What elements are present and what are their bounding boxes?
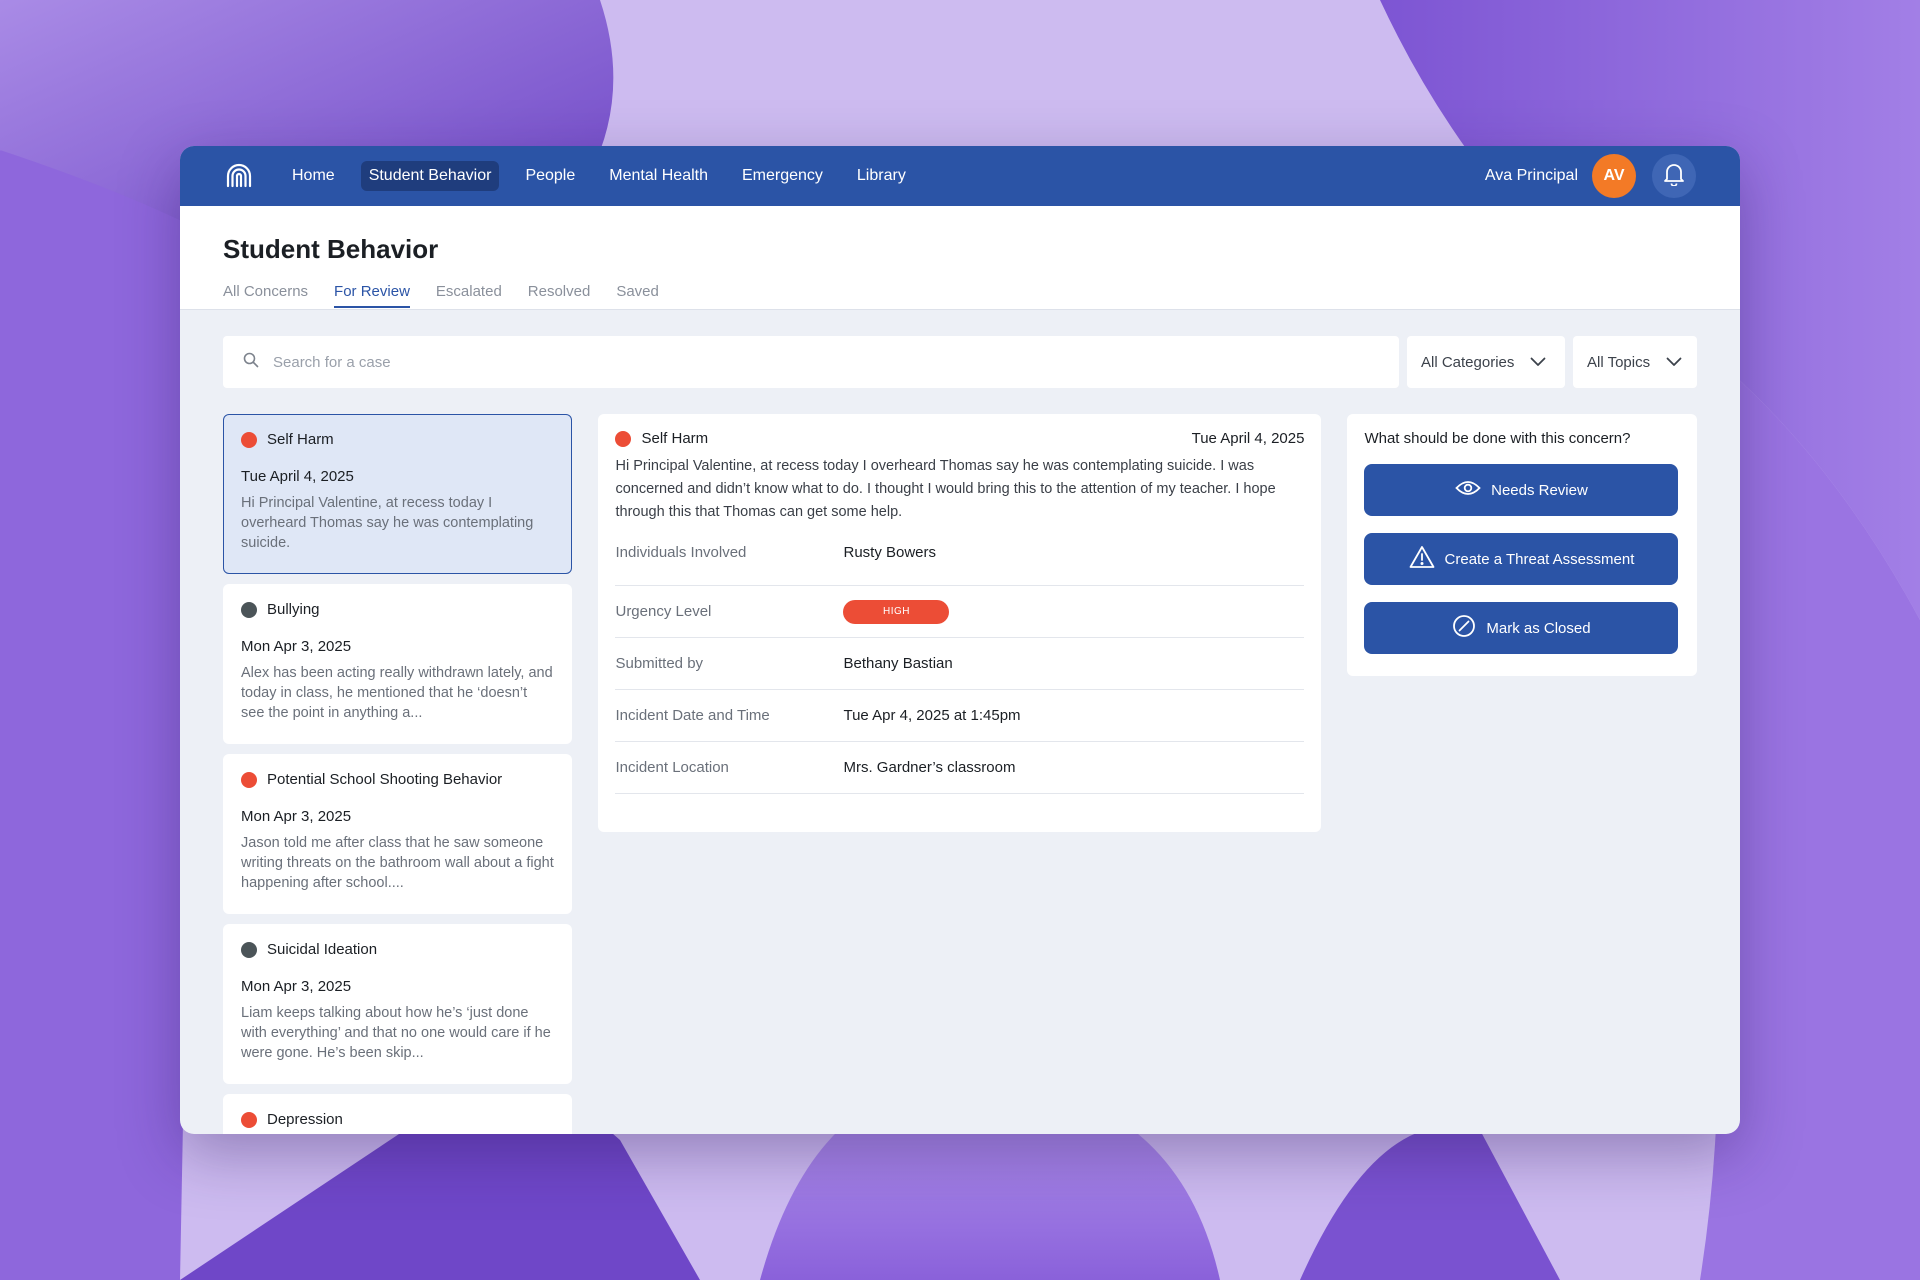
case-detail-panel: Self Harm Tue April 4, 2025 Hi Principal… bbox=[598, 414, 1322, 832]
nav-items: Home Student Behavior People Mental Heal… bbox=[284, 161, 922, 191]
user-name[interactable]: Ava Principal bbox=[1485, 167, 1578, 185]
notifications-button[interactable] bbox=[1652, 154, 1696, 198]
categories-dropdown[interactable]: All Categories bbox=[1407, 336, 1565, 388]
mark-as-closed-label: Mark as Closed bbox=[1486, 619, 1591, 637]
case-date: Mon Apr 3, 2025 bbox=[241, 808, 352, 825]
info-row-submitted: Submitted by Bethany Bastian bbox=[615, 638, 1305, 690]
nav-item-emergency[interactable]: Emergency bbox=[734, 161, 831, 191]
case-title: Depression bbox=[267, 1111, 343, 1128]
info-label: Incident Location bbox=[615, 759, 729, 776]
slashed-circle-icon bbox=[1452, 614, 1476, 642]
case-card[interactable]: Suicidal Ideation Mon Apr 3, 2025 Liam k… bbox=[223, 924, 573, 1084]
status-dot bbox=[241, 431, 257, 448]
create-threat-assessment-button[interactable]: Create a Threat Assessment bbox=[1364, 533, 1679, 585]
case-title: Suicidal Ideation bbox=[267, 941, 378, 958]
info-label: Individuals Involved bbox=[615, 544, 747, 561]
case-card[interactable]: Potential School Shooting Behavior Mon A… bbox=[223, 754, 573, 914]
case-card[interactable]: Bullying Mon Apr 3, 2025 Alex has been a… bbox=[223, 584, 573, 744]
chevron-down-icon bbox=[1530, 354, 1546, 371]
case-snippet: Alex has been acting really withdrawn la… bbox=[241, 665, 553, 721]
info-value: Mrs. Gardner’s classroom bbox=[843, 759, 1016, 776]
case-date: Mon Apr 3, 2025 bbox=[241, 638, 352, 655]
topics-dropdown[interactable]: All Topics bbox=[1573, 336, 1697, 388]
avatar[interactable]: AV bbox=[1592, 154, 1636, 198]
case-card[interactable]: Self Harm Tue April 4, 2025 Hi Principal… bbox=[223, 414, 573, 574]
actions-question: What should be done with this concern? bbox=[1364, 430, 1631, 447]
search-box[interactable] bbox=[223, 336, 1399, 388]
tab-bar: All Concerns For Review Escalated Resolv… bbox=[223, 283, 1697, 308]
actions-panel: What should be done with this concern? N… bbox=[1347, 414, 1697, 676]
info-value: Tue Apr 4, 2025 at 1:45pm bbox=[843, 707, 1021, 724]
create-threat-assessment-label: Create a Threat Assessment bbox=[1444, 550, 1635, 568]
case-date: Mon Apr 3, 2025 bbox=[241, 978, 352, 995]
needs-review-button[interactable]: Needs Review bbox=[1364, 464, 1679, 516]
detail-date: Tue April 4, 2025 bbox=[1191, 430, 1305, 447]
info-value: Rusty Bowers bbox=[843, 544, 937, 561]
case-list: Self Harm Tue April 4, 2025 Hi Principal… bbox=[223, 414, 573, 1134]
needs-review-label: Needs Review bbox=[1491, 481, 1588, 499]
info-label: Urgency Level bbox=[615, 603, 712, 620]
status-dot bbox=[615, 430, 632, 447]
case-title: Bullying bbox=[267, 601, 320, 618]
nav-item-mental-health[interactable]: Mental Health bbox=[601, 161, 716, 191]
nav-item-student-behavior[interactable]: Student Behavior bbox=[360, 161, 500, 191]
app-window: Home Student Behavior People Mental Heal… bbox=[180, 146, 1740, 1134]
tab-all-concerns[interactable]: All Concerns bbox=[223, 283, 308, 308]
status-dot bbox=[241, 1111, 257, 1128]
search-icon bbox=[243, 352, 259, 373]
nav-item-home[interactable]: Home bbox=[284, 161, 343, 191]
tab-saved[interactable]: Saved bbox=[616, 283, 659, 308]
topics-dropdown-label: All Topics bbox=[1587, 353, 1651, 371]
detail-description: Hi Principal Valentine, at recess today … bbox=[615, 458, 1276, 520]
detail-info-table: Individuals Involved Rusty Bowers Urgenc… bbox=[615, 544, 1305, 794]
urgency-badge: HIGH bbox=[843, 599, 950, 624]
tab-for-review[interactable]: For Review bbox=[334, 283, 410, 308]
info-row-location: Incident Location Mrs. Gardner’s classro… bbox=[615, 742, 1305, 794]
info-row-individuals: Individuals Involved Rusty Bowers bbox=[615, 544, 1305, 586]
tab-resolved[interactable]: Resolved bbox=[528, 283, 591, 308]
info-label: Submitted by bbox=[615, 655, 704, 672]
bell-icon bbox=[1663, 162, 1685, 191]
chevron-down-icon bbox=[1666, 354, 1682, 371]
status-dot bbox=[241, 941, 257, 958]
filter-bar: All Categories All Topics bbox=[180, 310, 1740, 388]
info-label: Incident Date and Time bbox=[615, 707, 770, 724]
detail-title: Self Harm bbox=[641, 430, 709, 447]
nav-item-library[interactable]: Library bbox=[849, 161, 914, 191]
info-value: Bethany Bastian bbox=[843, 655, 953, 672]
search-input[interactable] bbox=[273, 353, 1379, 371]
top-navigation: Home Student Behavior People Mental Heal… bbox=[180, 146, 1740, 206]
categories-dropdown-label: All Categories bbox=[1421, 353, 1515, 371]
mark-as-closed-button[interactable]: Mark as Closed bbox=[1364, 602, 1679, 654]
page-header: Student Behavior All Concerns For Review… bbox=[180, 206, 1740, 310]
case-card[interactable]: Depression bbox=[223, 1094, 573, 1134]
case-title: Potential School Shooting Behavior bbox=[267, 771, 503, 788]
case-snippet: Hi Principal Valentine, at recess today … bbox=[241, 495, 534, 551]
status-dot bbox=[241, 771, 257, 788]
case-snippet: Jason told me after class that he saw so… bbox=[241, 835, 554, 891]
nav-item-people[interactable]: People bbox=[517, 161, 583, 191]
warning-triangle-icon bbox=[1409, 545, 1435, 573]
tab-escalated[interactable]: Escalated bbox=[436, 283, 502, 308]
case-snippet: Liam keeps talking about how he’s ‘just … bbox=[241, 1005, 551, 1061]
case-title: Self Harm bbox=[267, 431, 334, 448]
case-date: Tue April 4, 2025 bbox=[241, 468, 354, 485]
info-row-datetime: Incident Date and Time Tue Apr 4, 2025 a… bbox=[615, 690, 1305, 742]
fingerprint-logo-icon[interactable] bbox=[224, 161, 254, 191]
info-row-urgency: Urgency Level HIGH bbox=[615, 586, 1305, 638]
eye-icon bbox=[1455, 480, 1481, 500]
status-dot bbox=[241, 601, 257, 618]
main-content: Self Harm Tue April 4, 2025 Hi Principal… bbox=[180, 388, 1740, 1134]
user-area: Ava Principal AV bbox=[1485, 154, 1696, 198]
page-title: Student Behavior bbox=[223, 234, 439, 264]
